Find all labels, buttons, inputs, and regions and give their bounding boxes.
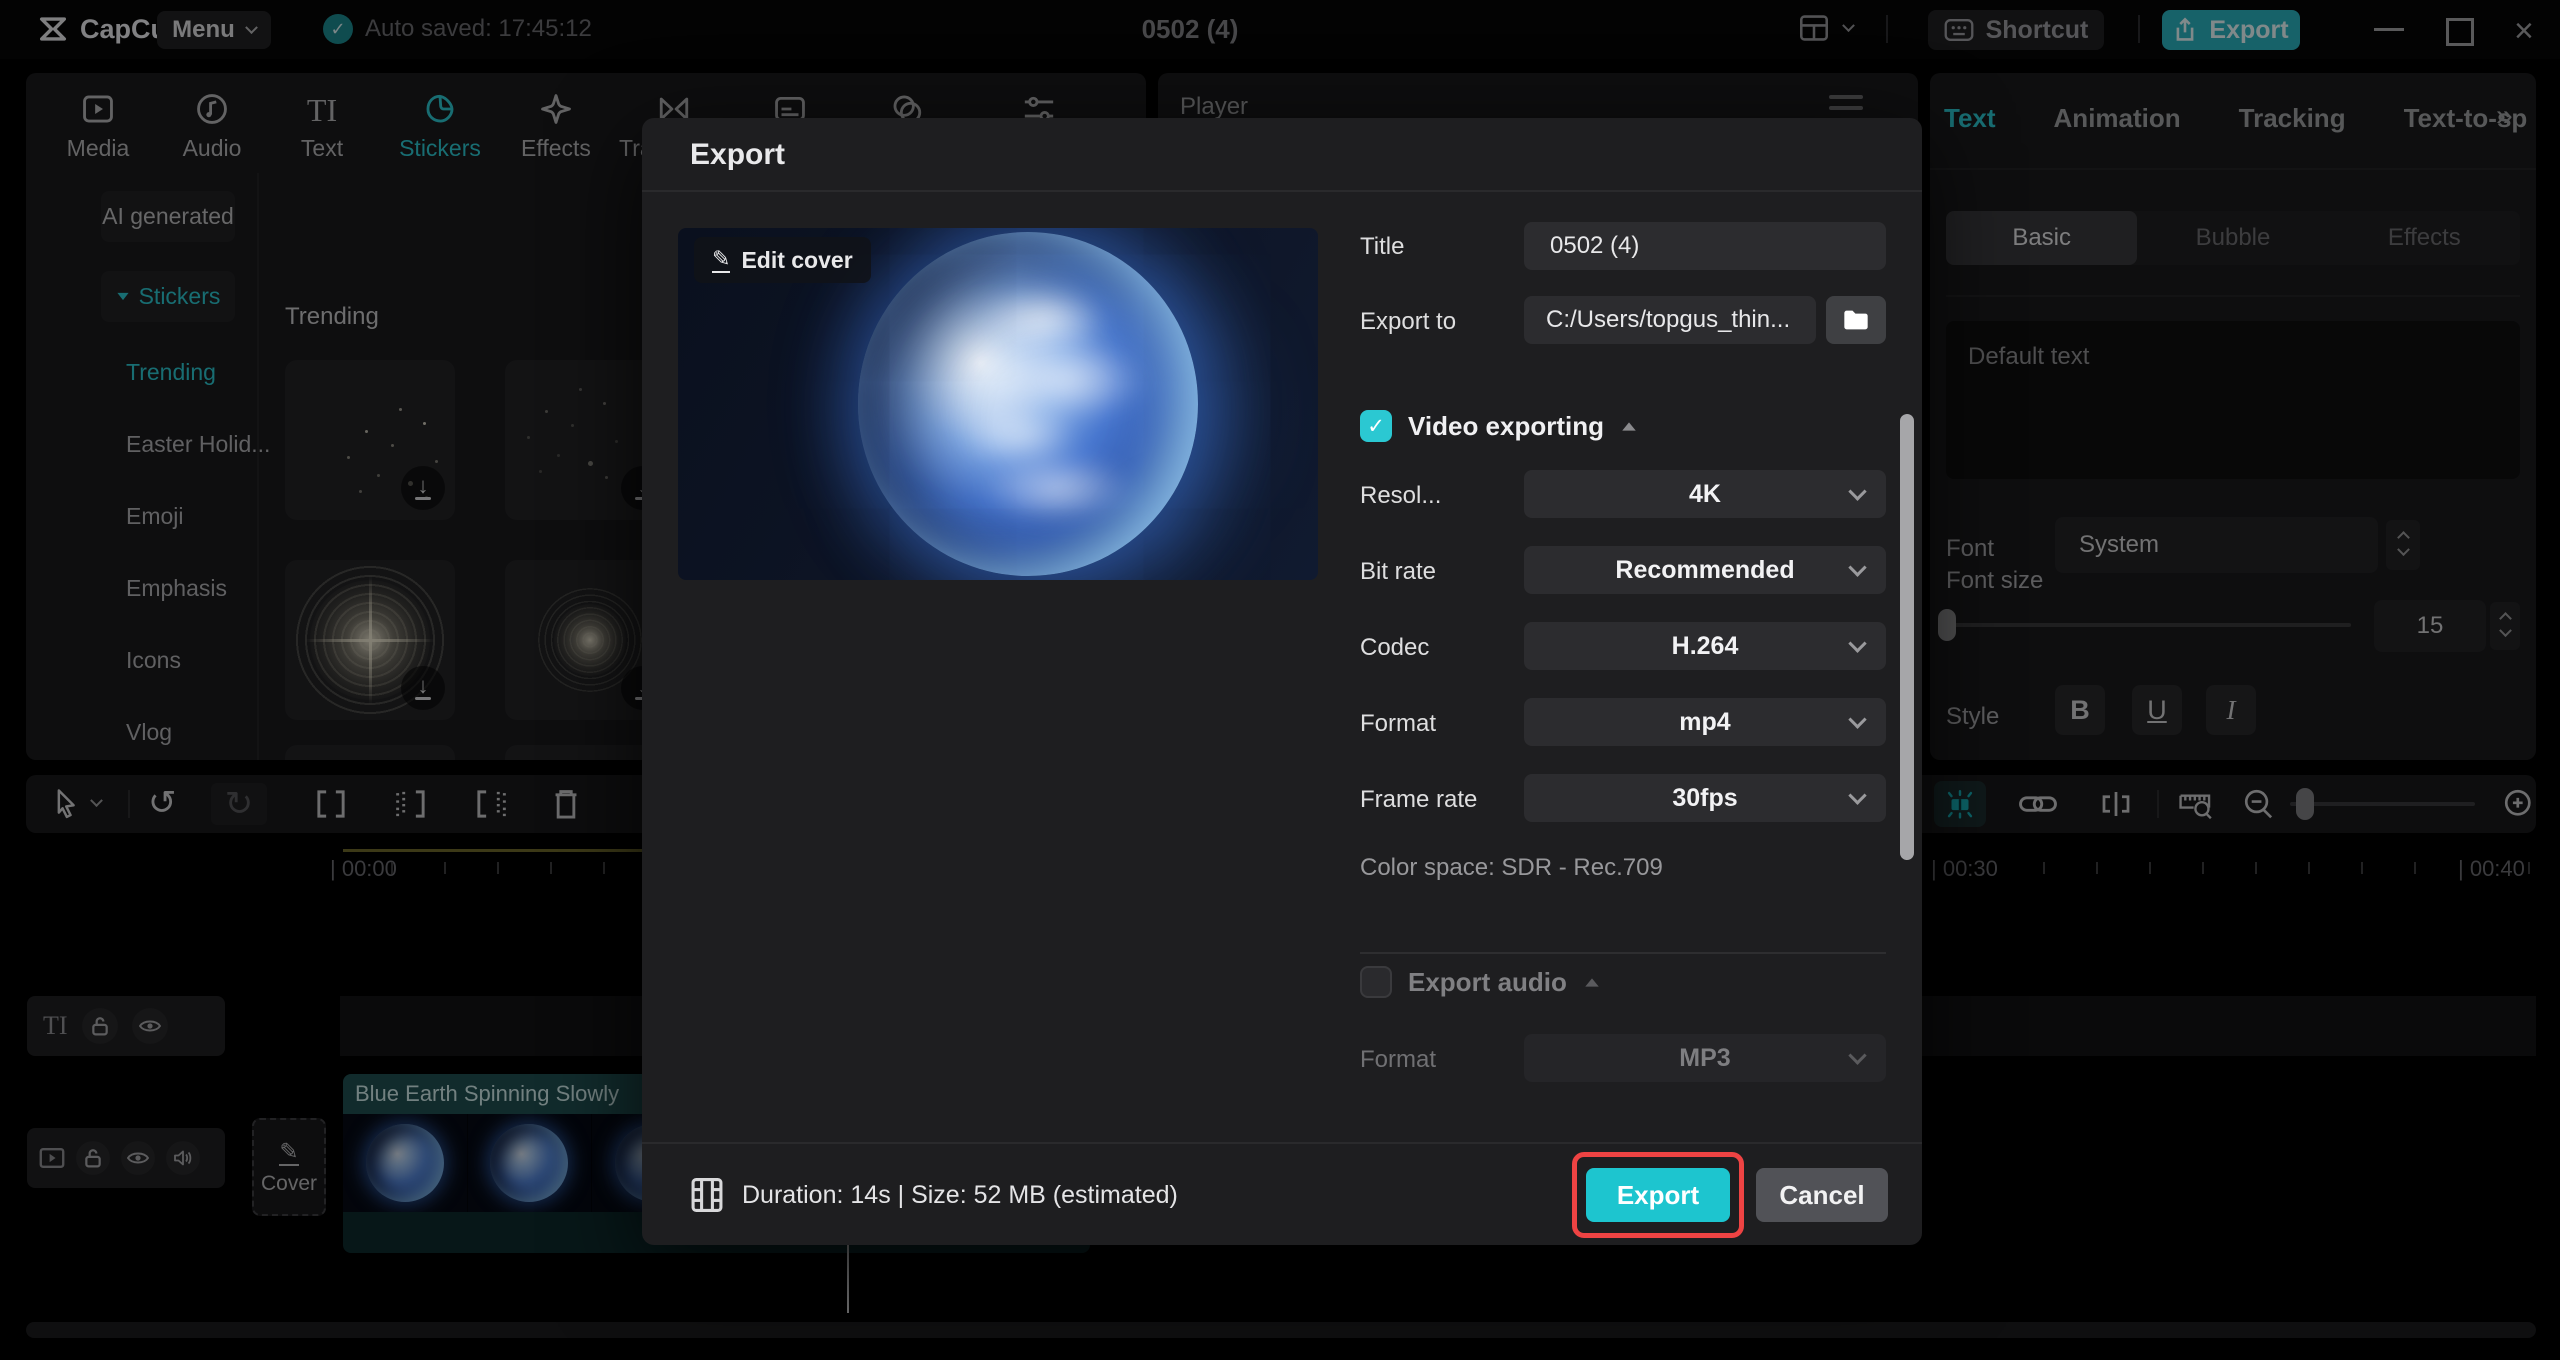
dialog-footer-divider xyxy=(642,1142,1922,1144)
duration-size-text: Duration: 14s | Size: 52 MB (estimated) xyxy=(742,1180,1178,1209)
audio-format-value: MP3 xyxy=(1679,1043,1731,1072)
cover-preview: ✎ Edit cover xyxy=(678,228,1318,580)
codec-value: H.264 xyxy=(1671,631,1739,660)
bitrate-value: Recommended xyxy=(1615,555,1795,584)
export-dialog: Export ✎ Edit cover Title 0502 (4) Expor… xyxy=(642,118,1922,1245)
folder-icon xyxy=(1844,310,1868,330)
framerate-label: Frame rate xyxy=(1360,786,1478,813)
export-info: Duration: 14s | Size: 52 MB (estimated) xyxy=(690,1176,1178,1214)
export-audio-checkbox[interactable] xyxy=(1360,966,1392,998)
chevron-down-icon xyxy=(1848,481,1867,501)
title-label: Title xyxy=(1360,233,1405,260)
dialog-cancel-label: Cancel xyxy=(1779,1179,1865,1210)
dialog-export-label: Export xyxy=(1616,1179,1700,1210)
export-to-label: Export to xyxy=(1360,308,1457,335)
color-space-info: Color space: SDR - Rec.709 xyxy=(1360,854,1663,881)
chevron-down-icon xyxy=(1848,709,1867,729)
audio-format-label: Format xyxy=(1360,1046,1437,1073)
browse-folder-button[interactable] xyxy=(1826,296,1886,344)
format-label: Format xyxy=(1360,710,1437,737)
chevron-down-icon xyxy=(1848,1045,1867,1065)
bitrate-select[interactable]: Recommended xyxy=(1524,546,1886,594)
dialog-title: Export xyxy=(690,138,786,171)
dialog-scrollbar[interactable] xyxy=(1900,414,1914,860)
dialog-header-divider xyxy=(642,190,1922,192)
framerate-select[interactable]: 30fps xyxy=(1524,774,1886,822)
title-value: 0502 (4) xyxy=(1550,232,1640,259)
format-select[interactable]: mp4 xyxy=(1524,698,1886,746)
bitrate-label: Bit rate xyxy=(1360,558,1437,585)
resolution-select[interactable]: 4K xyxy=(1524,470,1886,518)
resolution-value: 4K xyxy=(1689,479,1721,508)
resolution-label: Resol... xyxy=(1360,482,1442,509)
dialog-cancel-button[interactable]: Cancel xyxy=(1756,1168,1888,1222)
collapse-section-icon[interactable] xyxy=(1585,977,1599,987)
codec-label: Codec xyxy=(1360,634,1430,661)
chevron-down-icon xyxy=(1848,633,1867,653)
export-path-input[interactable]: C:/Users/topgus_thin... xyxy=(1524,296,1816,344)
export-path-value: C:/Users/topgus_thin... xyxy=(1546,306,1791,333)
framerate-value: 30fps xyxy=(1672,783,1738,812)
title-input[interactable]: 0502 (4) xyxy=(1524,222,1886,270)
export-audio-header: Export audio xyxy=(1360,966,1601,998)
chevron-down-icon xyxy=(1848,785,1867,805)
pencil-icon: ✎ xyxy=(712,246,731,273)
chevron-down-icon xyxy=(1848,557,1867,577)
audio-format-select[interactable]: MP3 xyxy=(1524,1034,1886,1082)
video-exporting-label: Video exporting xyxy=(1408,410,1604,441)
format-value: mp4 xyxy=(1679,707,1731,736)
collapse-section-icon[interactable] xyxy=(1622,421,1636,431)
dialog-export-button[interactable]: Export xyxy=(1586,1168,1730,1222)
edit-cover-button[interactable]: ✎ Edit cover xyxy=(694,237,871,283)
earth-preview-image xyxy=(858,232,1198,576)
film-icon xyxy=(691,1178,723,1212)
video-exporting-header: ✓ Video exporting xyxy=(1360,410,1638,442)
section-divider xyxy=(1360,952,1886,954)
export-audio-label: Export audio xyxy=(1408,966,1567,997)
codec-select[interactable]: H.264 xyxy=(1524,622,1886,670)
video-exporting-checkbox[interactable]: ✓ xyxy=(1360,410,1392,442)
edit-cover-label: Edit cover xyxy=(741,246,853,273)
